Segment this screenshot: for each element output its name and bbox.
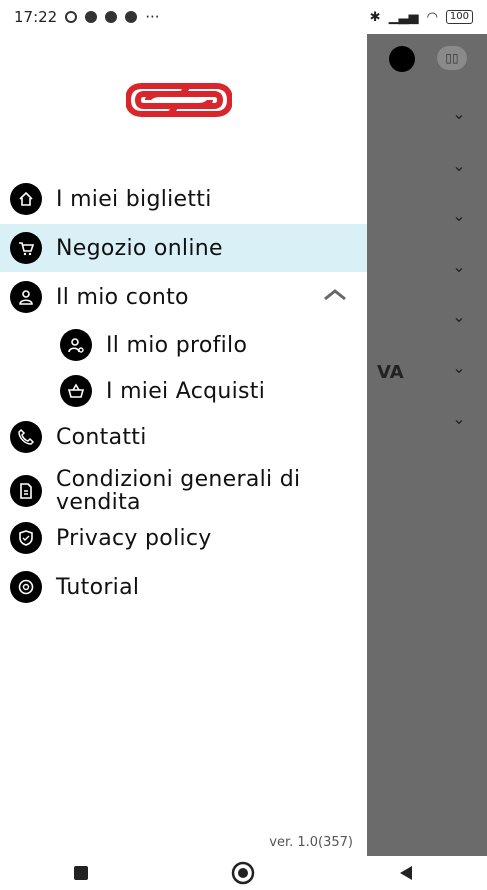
status-bar: 17:22 ··· ✱ ▁▃▅ ◠ 100 — [0, 0, 487, 34]
status-left: 17:22 ··· — [14, 8, 160, 26]
more-notifications: ··· — [145, 8, 160, 26]
menu-item-terms-of-sale[interactable]: Condizioni generali di vendita — [0, 462, 367, 520]
chevron-down-icon: ⌄ — [452, 206, 466, 225]
circle-icon — [232, 861, 255, 885]
menu-item-label: Contatti — [56, 424, 147, 450]
status-time: 17:22 — [14, 8, 58, 26]
menu-item-label: Privacy policy — [56, 525, 212, 551]
recents-button[interactable] — [67, 859, 95, 887]
dimmed-background-app[interactable]: ▯▯ ⌄ ⌄ ⌄ ⌄ ⌄ ⌄ ⌄ VA — [367, 34, 487, 856]
document-icon — [10, 475, 42, 507]
user-icon — [10, 281, 42, 313]
navigation-drawer: I miei biglietti Negozio online Il mio c… — [0, 34, 367, 856]
brand-logo — [126, 83, 232, 117]
menu-item-label: Condizioni generali di vendita — [56, 467, 301, 515]
user-settings-icon — [60, 329, 92, 361]
status-right: ✱ ▁▃▅ ◠ 100 — [370, 10, 473, 25]
home-icon — [10, 183, 42, 215]
menu-item-online-shop[interactable]: Negozio online — [0, 224, 367, 272]
signal-icon: ▁▃▅ — [388, 9, 419, 25]
chevron-down-icon: ⌄ — [452, 104, 466, 123]
phone-icon — [10, 421, 42, 453]
chevron-down-icon: ⌄ — [452, 358, 466, 377]
menu-item-contacts[interactable]: Contatti — [0, 413, 367, 461]
alarm-icon — [65, 11, 78, 23]
chrome-icon-2 — [105, 11, 118, 23]
chevron-down-icon: ⌄ — [452, 307, 466, 326]
menu-item-label: Il mio conto — [56, 284, 189, 310]
chevron-down-icon: ⌄ — [452, 156, 466, 175]
menu-item-label: Il mio profilo — [106, 332, 248, 358]
wifi-icon: ◠ — [426, 9, 438, 25]
chrome-icon-3 — [125, 11, 138, 23]
basket-icon — [60, 375, 92, 407]
bluetooth-icon: ✱ — [369, 9, 381, 25]
menu-item-label: Tutorial — [56, 574, 140, 600]
menu-item-my-profile[interactable]: Il mio profilo — [0, 321, 367, 369]
background-text: VA — [377, 362, 404, 383]
app-version: ver. 1.0(357) — [269, 835, 353, 850]
chevron-down-icon: ⌄ — [452, 257, 466, 276]
chevron-down-icon: ⌄ — [452, 409, 466, 428]
menu-item-label: I miei Acquisti — [106, 378, 266, 404]
book-icon: ▯▯ — [437, 46, 467, 70]
battery-icon: 100 — [445, 10, 473, 24]
menu-item-my-tickets[interactable]: I miei biglietti — [0, 175, 367, 223]
menu-item-label: I miei biglietti — [56, 186, 212, 212]
shield-icon — [10, 522, 42, 554]
cart-icon — [10, 232, 42, 264]
menu-item-my-purchases[interactable]: I miei Acquisti — [0, 367, 367, 415]
help-icon — [10, 571, 42, 603]
menu-item-tutorial[interactable]: Tutorial — [0, 563, 367, 611]
triangle-back-icon — [399, 866, 412, 880]
menu-item-label: Negozio online — [56, 235, 223, 261]
chevron-up-icon[interactable] — [321, 283, 349, 307]
home-button[interactable] — [229, 859, 257, 887]
back-button[interactable] — [392, 859, 420, 887]
menu-item-my-account[interactable]: Il mio conto — [0, 273, 367, 321]
chrome-icon — [85, 11, 98, 23]
menu-item-privacy-policy[interactable]: Privacy policy — [0, 514, 367, 562]
square-icon — [74, 866, 89, 880]
system-navigation-bar — [0, 856, 487, 890]
avatar — [389, 46, 415, 72]
